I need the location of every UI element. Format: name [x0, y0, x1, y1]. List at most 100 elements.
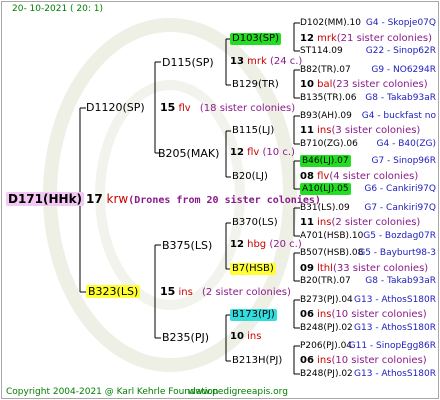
gen4-queen-id: B710(ZG).06	[300, 139, 358, 149]
gen4-row: B46(LJ).07 G7 - Sinop96R	[300, 155, 436, 167]
gen4-origin: G6 - Cankiri97Q	[364, 184, 436, 194]
gen4-row: B135(TR).06 G8 - Takab93aR	[300, 92, 436, 104]
gen3-summary: 11 ins(3 sister colonies)	[300, 125, 420, 137]
gen4-queen-id: B273(PJ).04	[300, 295, 353, 305]
gen3-note: (2 sister colonies)	[331, 217, 421, 228]
gen4-row: B31(LS).09 G7 - Cankiri97Q	[300, 202, 436, 214]
gen3-race: mrk	[317, 33, 337, 44]
gen4-row: ST114.09 G22 - Sinop62R	[300, 45, 436, 57]
gen3-summary: 11 ins(2 sister colonies)	[300, 217, 420, 229]
gen3-summary: 10 bal(23 sister colonies)	[300, 79, 428, 91]
gen2-race: hbg	[247, 239, 267, 250]
gen4-origin: G4 - B40(ZG)	[376, 139, 436, 149]
gen4-queen-id: B248(PJ).02	[300, 369, 353, 379]
gen2-count: 10	[230, 331, 244, 342]
gen3-count: 11	[300, 217, 314, 228]
gen4-queen-id: B93(AH).09	[300, 111, 352, 121]
gen4-queen-id: B507(HSB).08	[300, 248, 364, 258]
gen3-summary: 08 flv(4 sister colonies)	[300, 171, 418, 183]
gen4-row: A701(HSB).10 G5 - Bozdag07R	[300, 230, 436, 242]
gen4-origin: G9 - NO6294R	[371, 65, 436, 75]
gen3-note: (4 sister colonies)	[329, 171, 419, 182]
gen4-queen-id: A701(HSB).10	[300, 231, 364, 241]
root-summary: 17 krw(Drones from 20 sister colonies)	[86, 192, 321, 208]
gen2-queen-id: B375(LS)	[162, 239, 213, 252]
gen3-race: ins	[317, 125, 332, 136]
gen3-summary: 09 lthl(33 sister colonies)	[300, 263, 428, 275]
gen4-origin: G7 - Sinop96R	[371, 156, 436, 166]
gen2-note: (20 c.)	[269, 239, 302, 250]
gen4-queen-id: A10(LJ).05	[300, 183, 351, 195]
gen4-queen-id: ST114.09	[300, 46, 343, 56]
gen3-race: bal	[317, 79, 333, 90]
gen2-summary: 12 hbg (20 c.)	[230, 239, 302, 251]
gen3-queen-id: D103(SP)	[230, 33, 281, 45]
gen1-summary: 15 flv (18 sister colonies)	[160, 101, 295, 115]
gen2-count: 13	[230, 56, 244, 67]
gen4-queen-id: B31(LS).09	[300, 203, 350, 213]
gen2-queen-id: B235(PJ)	[162, 331, 210, 344]
gen4-row: B507(HSB).08 G5 - Bayburt98-3	[300, 247, 436, 259]
gen1-race: flv	[178, 103, 191, 114]
gen4-origin: G5 - Bayburt98-3	[358, 248, 436, 258]
gen2-race: mrk	[247, 56, 267, 67]
gen3-count: 08	[300, 171, 314, 182]
gen3-summary: 06 ins(10 sister colonies)	[300, 355, 427, 367]
gen2-summary: 10 ins	[230, 331, 261, 343]
gen4-origin: G4 - buckfast no	[361, 111, 436, 121]
gen2-count: 12	[230, 147, 244, 158]
gen4-origin: G5 - Bozdag07R	[363, 231, 436, 241]
gen4-origin: G8 - Takab93aR	[365, 93, 436, 103]
gen4-origin: G13 - AthosS180R	[354, 295, 436, 305]
gen3-queen-id: B20(LJ)	[232, 171, 268, 182]
gen4-origin: G13 - AthosS180R	[354, 369, 436, 379]
gen4-row: A10(LJ).05 G6 - Cankiri97Q	[300, 183, 436, 195]
gen3-race: ins	[317, 355, 332, 366]
gen1-count: 15	[160, 285, 176, 298]
gen3-queen-id: B370(LS)	[232, 217, 278, 228]
gen3-count: 10	[300, 79, 314, 90]
gen3-count: 06	[300, 355, 314, 366]
gen4-origin: G7 - Cankiri97Q	[364, 203, 436, 213]
print-date: 20- 10-2021 ( 20: 1)	[12, 4, 103, 14]
gen4-row: B248(PJ).02 G13 - AthosS180R	[300, 368, 436, 380]
footer-copyright: Copyright 2004-2021 @ Karl Kehrle Founda…	[6, 387, 219, 397]
gen1-race: ins	[178, 287, 193, 298]
gen4-origin: G8 - Takab93aR	[365, 276, 436, 286]
gen2-note: (10 c.)	[262, 147, 295, 158]
gen4-origin: G4 - Skopje07Q	[365, 18, 436, 28]
gen3-note: (10 sister colonies)	[331, 309, 427, 320]
footer-website-link[interactable]: www.pedigreeapis.org	[188, 386, 288, 398]
gen4-row: D102(MM).10 G4 - Skopje07Q	[300, 17, 436, 29]
gen3-count: 06	[300, 309, 314, 320]
gen3-race: ins	[317, 217, 332, 228]
gen3-summary: 06 ins(10 sister colonies)	[300, 309, 427, 321]
gen3-queen-id: B173(PJ)	[230, 309, 277, 321]
gen3-summary: 12 mrk(21 sister colonies)	[300, 33, 432, 45]
gen3-race: lthl	[317, 263, 333, 274]
gen2-summary: 12 flv (10 c.)	[230, 147, 295, 159]
gen4-queen-id: B82(TR).07	[300, 65, 351, 75]
gen3-count: 12	[300, 33, 314, 44]
gen4-queen-id: D102(MM).10	[300, 18, 361, 28]
gen3-note: (21 sister colonies)	[336, 33, 433, 44]
gen4-queen-id: B46(LJ).07	[300, 155, 351, 167]
gen4-row: B20(TR).07 G8 - Takab93aR	[300, 275, 436, 287]
gen3-race: ins	[317, 309, 332, 320]
gen4-origin: G11 - SinopEgg86R	[348, 341, 436, 351]
gen3-queen-id: B129(TR)	[232, 79, 279, 90]
gen3-count: 09	[300, 263, 314, 274]
gen2-race: flv	[247, 147, 260, 158]
gen4-row: B82(TR).07 G9 - NO6294R	[300, 64, 436, 76]
gen1-queen-id: B323(LS)	[86, 285, 141, 298]
gen3-note: (3 sister colonies)	[331, 125, 421, 136]
gen1-note: (18 sister colonies)	[199, 103, 296, 114]
gen4-row: P206(PJ).04 G11 - SinopEgg86R	[300, 340, 436, 352]
gen4-queen-id: B20(TR).07	[300, 276, 351, 286]
gen1-summary: 15 ins (2 sister colonies)	[160, 285, 291, 299]
gen3-queen-id: B115(LJ)	[232, 125, 275, 136]
gen3-note: (23 sister colonies)	[332, 79, 428, 90]
pedigree-chart: 20- 10-2021 ( 20: 1) D171(HHk) 17 krw(Dr…	[0, 0, 440, 400]
gen3-count: 11	[300, 125, 314, 136]
gen3-queen-id: B213H(PJ)	[232, 355, 283, 366]
